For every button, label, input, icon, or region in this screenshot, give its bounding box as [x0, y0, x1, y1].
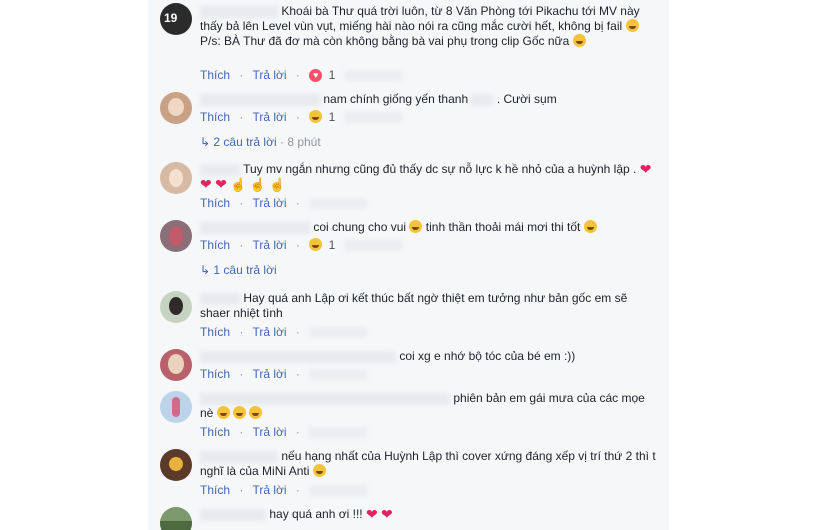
laughing-emoji-icon	[409, 220, 423, 233]
comment-text: coi xg e nhớ bộ tóc của bé em :))	[200, 349, 660, 364]
avatar[interactable]	[160, 220, 192, 252]
like-button[interactable]: Thích	[200, 325, 230, 339]
avatar[interactable]	[160, 162, 192, 194]
timestamp-blurred	[309, 369, 368, 381]
author-name[interactable]	[200, 93, 320, 106]
comment-text: coi chung cho vui tinh thần thoải mái mơ…	[200, 220, 660, 235]
heart-icon: ❤	[365, 506, 378, 522]
comment-text: phiên bản em gái mưa của các mọe nè	[200, 391, 645, 420]
timestamp-blurred	[309, 427, 368, 439]
avatar[interactable]	[160, 507, 192, 530]
laughing-emoji-icon	[233, 406, 247, 419]
like-button[interactable]: Thích	[200, 238, 230, 252]
comment-actions: Thích · Trả lời · 1	[200, 110, 403, 124]
like-button[interactable]: Thích	[200, 68, 230, 82]
haha-reaction-icon[interactable]	[309, 110, 323, 123]
author-name[interactable]	[200, 350, 396, 363]
comment-actions: Thích · Trả lời ·	[200, 367, 368, 381]
love-reaction-icon[interactable]: ♥	[309, 69, 323, 83]
comment-actions: Thích · Trả lời ·	[200, 325, 368, 339]
author-name[interactable]	[200, 163, 240, 176]
reply-button[interactable]: Trả lời	[252, 110, 286, 124]
like-button[interactable]: Thích	[200, 110, 230, 124]
comment-actions: Thích · Trả lời ·	[200, 425, 368, 439]
comment-text: nếu hạng nhất của Huỳnh Lập thì cover xứ…	[200, 449, 656, 478]
tagged-name[interactable]	[471, 93, 494, 106]
comment-actions: Thích · Trả lời · ♥ 1	[200, 68, 403, 83]
laughing-emoji-icon	[216, 406, 230, 419]
reply-button[interactable]: Trả lời	[252, 238, 286, 252]
pointing-hand-icon: ☝	[249, 177, 266, 192]
author-name[interactable]	[200, 292, 240, 305]
heart-icon: ❤	[639, 161, 652, 177]
comment-actions: Thích · Trả lời ·	[200, 196, 368, 210]
comment-text: hay quá anh ơi !!! ❤ ❤	[200, 507, 660, 522]
avatar[interactable]	[160, 391, 192, 423]
laughing-emoji-icon	[583, 220, 597, 233]
reply-button[interactable]: Trả lời	[252, 425, 286, 439]
comment-text: nam chính giống yến thanh . Cười sụm	[200, 92, 660, 107]
like-button[interactable]: Thích	[200, 425, 230, 439]
avatar[interactable]: 19	[160, 3, 192, 35]
avatar[interactable]	[160, 349, 192, 381]
pointing-hand-icon: ☝	[269, 177, 286, 192]
grinning-emoji-icon	[572, 34, 586, 47]
timestamp-blurred	[344, 240, 403, 252]
view-replies-link[interactable]: ↳ 2 câu trả lời · 8 phút	[200, 135, 321, 149]
comment-text: Tuy mv ngắn nhưng cũng đủ thấy dc sự nỗ …	[200, 161, 652, 192]
comment-actions: Thích · Trả lời · 1	[200, 238, 403, 252]
reply-arrow-icon: ↳	[200, 263, 211, 277]
pointing-hand-icon: ☝	[230, 177, 247, 192]
grinning-emoji-icon	[625, 19, 639, 32]
timestamp-blurred	[309, 485, 368, 497]
laughing-emoji-icon	[249, 406, 263, 419]
like-button[interactable]: Thích	[200, 196, 230, 210]
comment-text: Khoái bà Thư quá trời luôn, từ 8 Văn Phò…	[200, 4, 640, 48]
author-name[interactable]	[200, 508, 266, 521]
reply-button[interactable]: Trả lời	[252, 196, 286, 210]
comment-actions: Thích · Trả lời ·	[200, 483, 368, 497]
comment-text: Hay quá anh Lập ơi kết thúc bất ngờ thiệ…	[200, 291, 628, 320]
timestamp-blurred	[344, 112, 403, 124]
heart-icon: ❤	[200, 176, 212, 192]
haha-reaction-icon[interactable]	[309, 238, 323, 251]
avatar[interactable]	[160, 291, 192, 323]
heart-icon: ❤	[215, 176, 227, 192]
like-button[interactable]: Thích	[200, 483, 230, 497]
reply-arrow-icon: ↳	[200, 135, 211, 149]
reply-button[interactable]: Trả lời	[252, 325, 286, 339]
timestamp-blurred	[344, 70, 403, 82]
comments-panel: 19 Khoái bà Thư quá trời luôn, từ 8 Văn …	[148, 0, 669, 530]
reply-button[interactable]: Trả lời	[252, 483, 286, 497]
heart-icon: ❤	[381, 506, 393, 522]
yum-emoji-icon	[312, 464, 326, 477]
reply-button[interactable]: Trả lời	[252, 367, 286, 381]
like-button[interactable]: Thích	[200, 367, 230, 381]
reply-button[interactable]: Trả lời	[252, 68, 286, 82]
author-name[interactable]	[200, 5, 278, 18]
avatar[interactable]	[160, 449, 192, 481]
avatar[interactable]	[160, 92, 192, 124]
author-name[interactable]	[200, 392, 450, 405]
timestamp-blurred	[309, 327, 368, 339]
timestamp-blurred	[309, 198, 368, 210]
author-name[interactable]	[200, 450, 278, 463]
view-replies-link[interactable]: ↳ 1 câu trả lời	[200, 263, 277, 277]
author-name[interactable]	[200, 221, 310, 234]
